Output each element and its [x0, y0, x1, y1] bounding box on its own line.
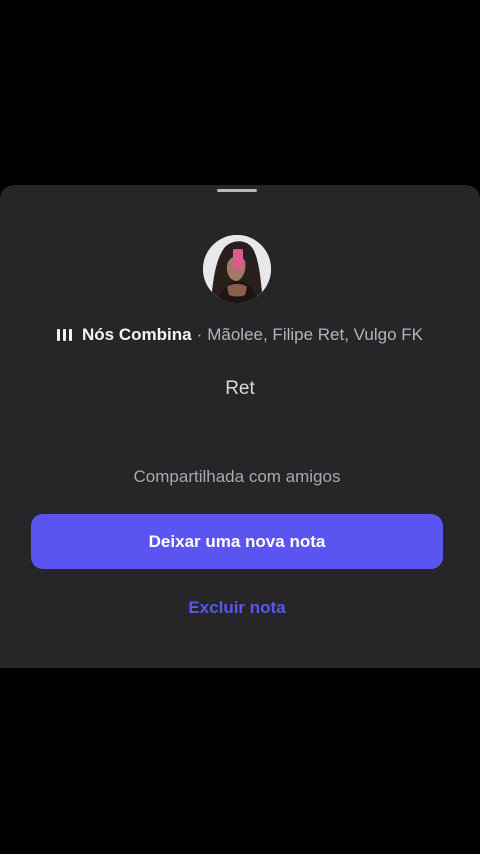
song-artists: Mãolee, Filipe Ret, Vulgo FK	[207, 325, 423, 344]
audio-bars-icon	[57, 328, 72, 342]
note-bottom-sheet: Nós Combina · Mãolee, Filipe Ret, Vulgo …	[0, 185, 480, 668]
delete-note-button[interactable]: Excluir nota	[0, 598, 474, 618]
avatar	[203, 235, 271, 303]
drag-handle[interactable]	[217, 189, 257, 192]
leave-new-note-button[interactable]: Deixar uma nova nota	[31, 514, 443, 569]
note-text: Ret	[225, 378, 255, 399]
song-title: Nós Combina	[82, 325, 192, 344]
audience-label: Compartilhada com amigos	[133, 467, 341, 486]
song-separator: ·	[196, 325, 203, 344]
screen: Nós Combina · Mãolee, Filipe Ret, Vulgo …	[0, 0, 480, 854]
song-info[interactable]: Nós Combina · Mãolee, Filipe Ret, Vulgo …	[0, 324, 480, 346]
